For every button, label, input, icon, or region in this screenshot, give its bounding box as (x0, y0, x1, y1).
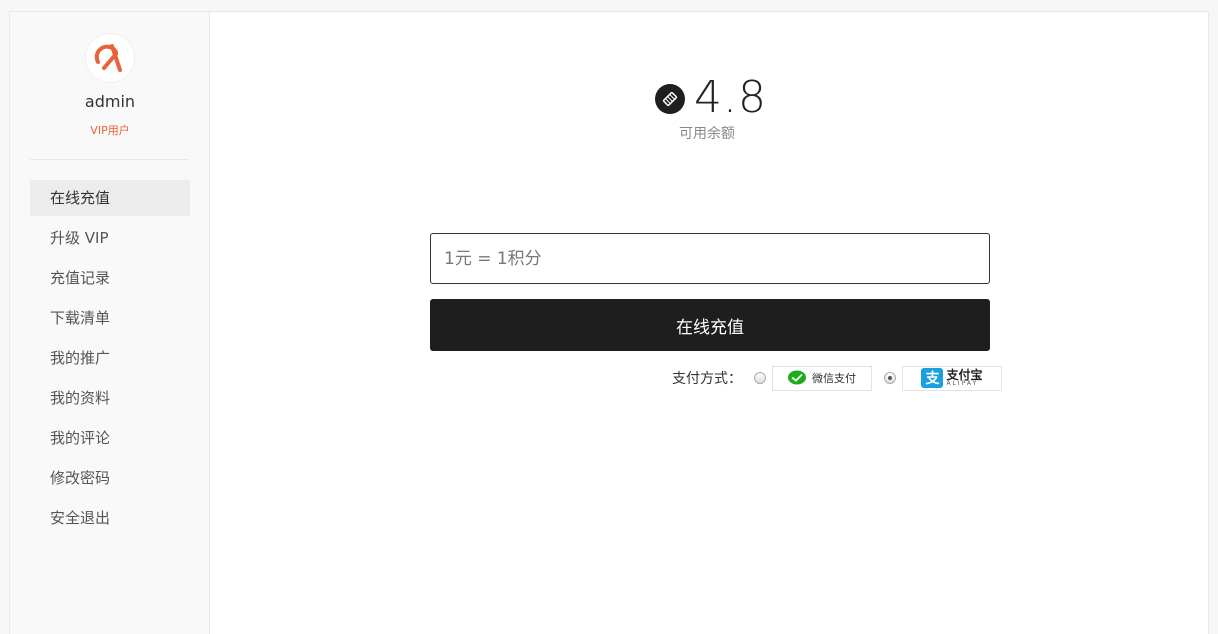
recharge-button[interactable]: 在线充值 (430, 299, 990, 351)
payment-methods: 支付方式： 微信支付 支 支付宝 ALIPAY (672, 365, 1002, 391)
sidebar-item-change-password[interactable]: 修改密码 (30, 460, 190, 496)
sidebar-item-recharge-records[interactable]: 充值记录 (30, 260, 190, 296)
alipay-option[interactable]: 支 支付宝 ALIPAY (902, 365, 1002, 391)
ticket-icon (655, 84, 685, 114)
avatar-logo-icon (86, 34, 134, 82)
user-type-badge: VIP用户 (90, 124, 130, 137)
sidebar-item-upgrade-vip[interactable]: 升级 VIP (30, 220, 190, 256)
username: admin (84, 92, 136, 111)
wechat-pay-label: 微信支付 (812, 372, 856, 385)
sidebar: admin VIP用户 在线充值 升级 VIP 充值记录 下载清单 我的推广 我… (10, 12, 210, 634)
page-frame: admin VIP用户 在线充值 升级 VIP 充值记录 下载清单 我的推广 我… (9, 11, 1209, 634)
avatar[interactable] (85, 33, 135, 83)
sidebar-menu: 在线充值 升级 VIP 充值记录 下载清单 我的推广 我的资料 我的评论 修改密… (30, 180, 190, 540)
alipay-icon: 支 (921, 368, 944, 388)
alipay-sublabel: ALIPAY (946, 380, 979, 387)
wechat-pay-option[interactable]: 微信支付 (772, 365, 872, 391)
sidebar-item-logout[interactable]: 安全退出 (30, 500, 190, 536)
recharge-amount-input[interactable] (430, 233, 990, 284)
sidebar-item-downloads[interactable]: 下载清单 (30, 300, 190, 336)
payment-methods-label: 支付方式： (672, 371, 742, 387)
sidebar-item-referrals[interactable]: 我的推广 (30, 340, 190, 376)
wechat-radio[interactable] (754, 372, 766, 384)
sidebar-divider (30, 159, 189, 160)
sidebar-item-profile[interactable]: 我的资料 (30, 380, 190, 416)
main-content: 4.8 可用余额 在线充值 支付方式： 微信支付 支 支付宝 (211, 12, 1208, 634)
sidebar-item-recharge[interactable]: 在线充值 (30, 180, 190, 216)
alipay-radio[interactable] (884, 372, 896, 384)
balance-display: 4.8 (655, 71, 767, 123)
balance-amount: 4.8 (694, 71, 767, 123)
wechat-icon (788, 370, 806, 385)
balance-label: 可用余额 (679, 126, 735, 142)
sidebar-item-comments[interactable]: 我的评论 (30, 420, 190, 456)
